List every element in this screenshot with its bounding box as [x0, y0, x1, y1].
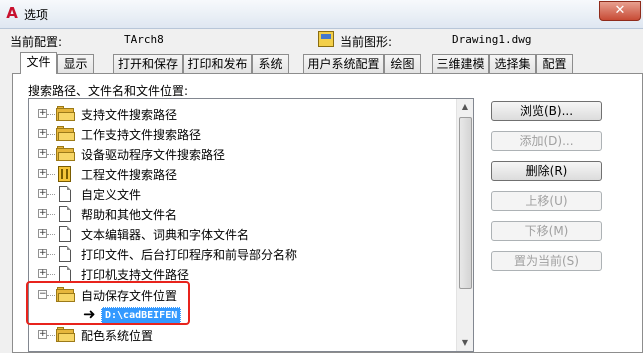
move-up-button[interactable]: 上移(U)	[491, 191, 602, 211]
expand-icon[interactable]: +	[38, 209, 47, 218]
expand-icon[interactable]: +	[38, 109, 47, 118]
tab-3d-modeling[interactable]: 三维建模	[432, 54, 489, 73]
tree-item-label: 打印文件、后台打印程序和前导部分名称	[81, 248, 298, 262]
tree-item-label: 帮助和其他文件名	[81, 208, 178, 222]
red-highlight-annotation	[26, 281, 190, 325]
add-button[interactable]: 添加(D)...	[491, 131, 602, 151]
tree-item-label: 支持文件搜索路径	[81, 108, 178, 122]
expand-icon[interactable]: +	[38, 330, 47, 339]
current-drawing-value: Drawing1.dwg	[452, 33, 532, 46]
document-icon	[59, 246, 71, 262]
autocad-app-icon: A	[6, 4, 18, 22]
document-icon	[59, 266, 71, 282]
tab-user-preferences[interactable]: 用户系统配置	[303, 54, 384, 73]
tree-item-device-driver-search-path[interactable]: + 设备驱动程序文件搜索路径	[29, 144, 457, 164]
folder-icon	[56, 327, 76, 343]
set-current-button[interactable]: 置为当前(S)	[491, 251, 602, 271]
current-drawing-label: 当前图形:	[340, 35, 393, 49]
tree-item-label: 设备驱动程序文件搜索路径	[81, 148, 226, 162]
tree-item-customization-files[interactable]: + 自定义文件	[29, 184, 457, 204]
tab-selection[interactable]: 选择集	[489, 54, 536, 73]
scroll-up-arrow-icon[interactable]: ▲	[457, 99, 473, 115]
tab-profiles[interactable]: 配置	[536, 54, 573, 73]
expand-icon[interactable]: +	[38, 169, 47, 178]
expand-icon[interactable]: +	[38, 269, 47, 278]
tree-item-print-file-spooler[interactable]: + 打印文件、后台打印程序和前导部分名称	[29, 244, 457, 264]
drawing-icon	[318, 31, 334, 47]
folder-icon	[56, 126, 76, 142]
close-button[interactable]: ✕	[599, 1, 641, 21]
tab-open-save[interactable]: 打开和保存	[113, 54, 183, 73]
tab-drafting[interactable]: 绘图	[384, 54, 421, 73]
folder-icon	[56, 106, 76, 122]
tree-item-label: 工程文件搜索路径	[81, 168, 178, 182]
expand-icon[interactable]: +	[38, 149, 47, 158]
tree-item-working-support-search-path[interactable]: + 工作支持文件搜索路径	[29, 124, 457, 144]
folder-icon	[56, 146, 76, 162]
tree-item-label: 工作支持文件搜索路径	[81, 128, 202, 142]
expand-icon[interactable]: +	[38, 249, 47, 258]
window-title: 选项	[24, 8, 49, 22]
browse-button[interactable]: 浏览(B)...	[491, 101, 602, 121]
move-down-button[interactable]: 下移(M)	[491, 221, 602, 241]
document-icon	[59, 186, 71, 202]
title-bar: A 选项 ✕	[0, 0, 643, 29]
tree-item-color-book-locations[interactable]: + 配色系统位置	[29, 325, 457, 345]
document-icon	[59, 206, 71, 222]
scrollbar-thumb[interactable]	[459, 117, 472, 289]
current-config-label: 当前配置:	[10, 35, 63, 49]
current-config-value: TArch8	[124, 33, 164, 46]
remove-button[interactable]: 删除(R)	[491, 161, 602, 181]
tab-files[interactable]: 文件	[20, 52, 57, 74]
tree-item-support-search-path[interactable]: + 支持文件搜索路径	[29, 104, 457, 124]
tree-item-project-search-path[interactable]: + 工程文件搜索路径	[29, 164, 457, 184]
tab-system[interactable]: 系统	[252, 54, 289, 73]
scroll-down-arrow-icon[interactable]: ▼	[457, 335, 473, 351]
tab-display[interactable]: 显示	[57, 54, 94, 73]
tree-item-label: 配色系统位置	[81, 329, 154, 343]
tree-item-label: 文本编辑器、词典和字体文件名	[81, 228, 250, 242]
document-icon	[59, 226, 71, 242]
expand-icon[interactable]: +	[38, 229, 47, 238]
tree-item-text-editor-font-files[interactable]: + 文本编辑器、词典和字体文件名	[29, 224, 457, 244]
expand-icon[interactable]: +	[38, 189, 47, 198]
project-icon	[58, 166, 71, 182]
expand-icon[interactable]: +	[38, 129, 47, 138]
search-paths-label: 搜索路径、文件名和文件位置:	[28, 84, 189, 98]
tree-item-label: 自定义文件	[81, 188, 142, 202]
vertical-scrollbar[interactable]: ▲ ▼	[456, 99, 473, 351]
tree-item-help-file-names[interactable]: + 帮助和其他文件名	[29, 204, 457, 224]
tab-plot-publish[interactable]: 打印和发布	[183, 54, 252, 73]
